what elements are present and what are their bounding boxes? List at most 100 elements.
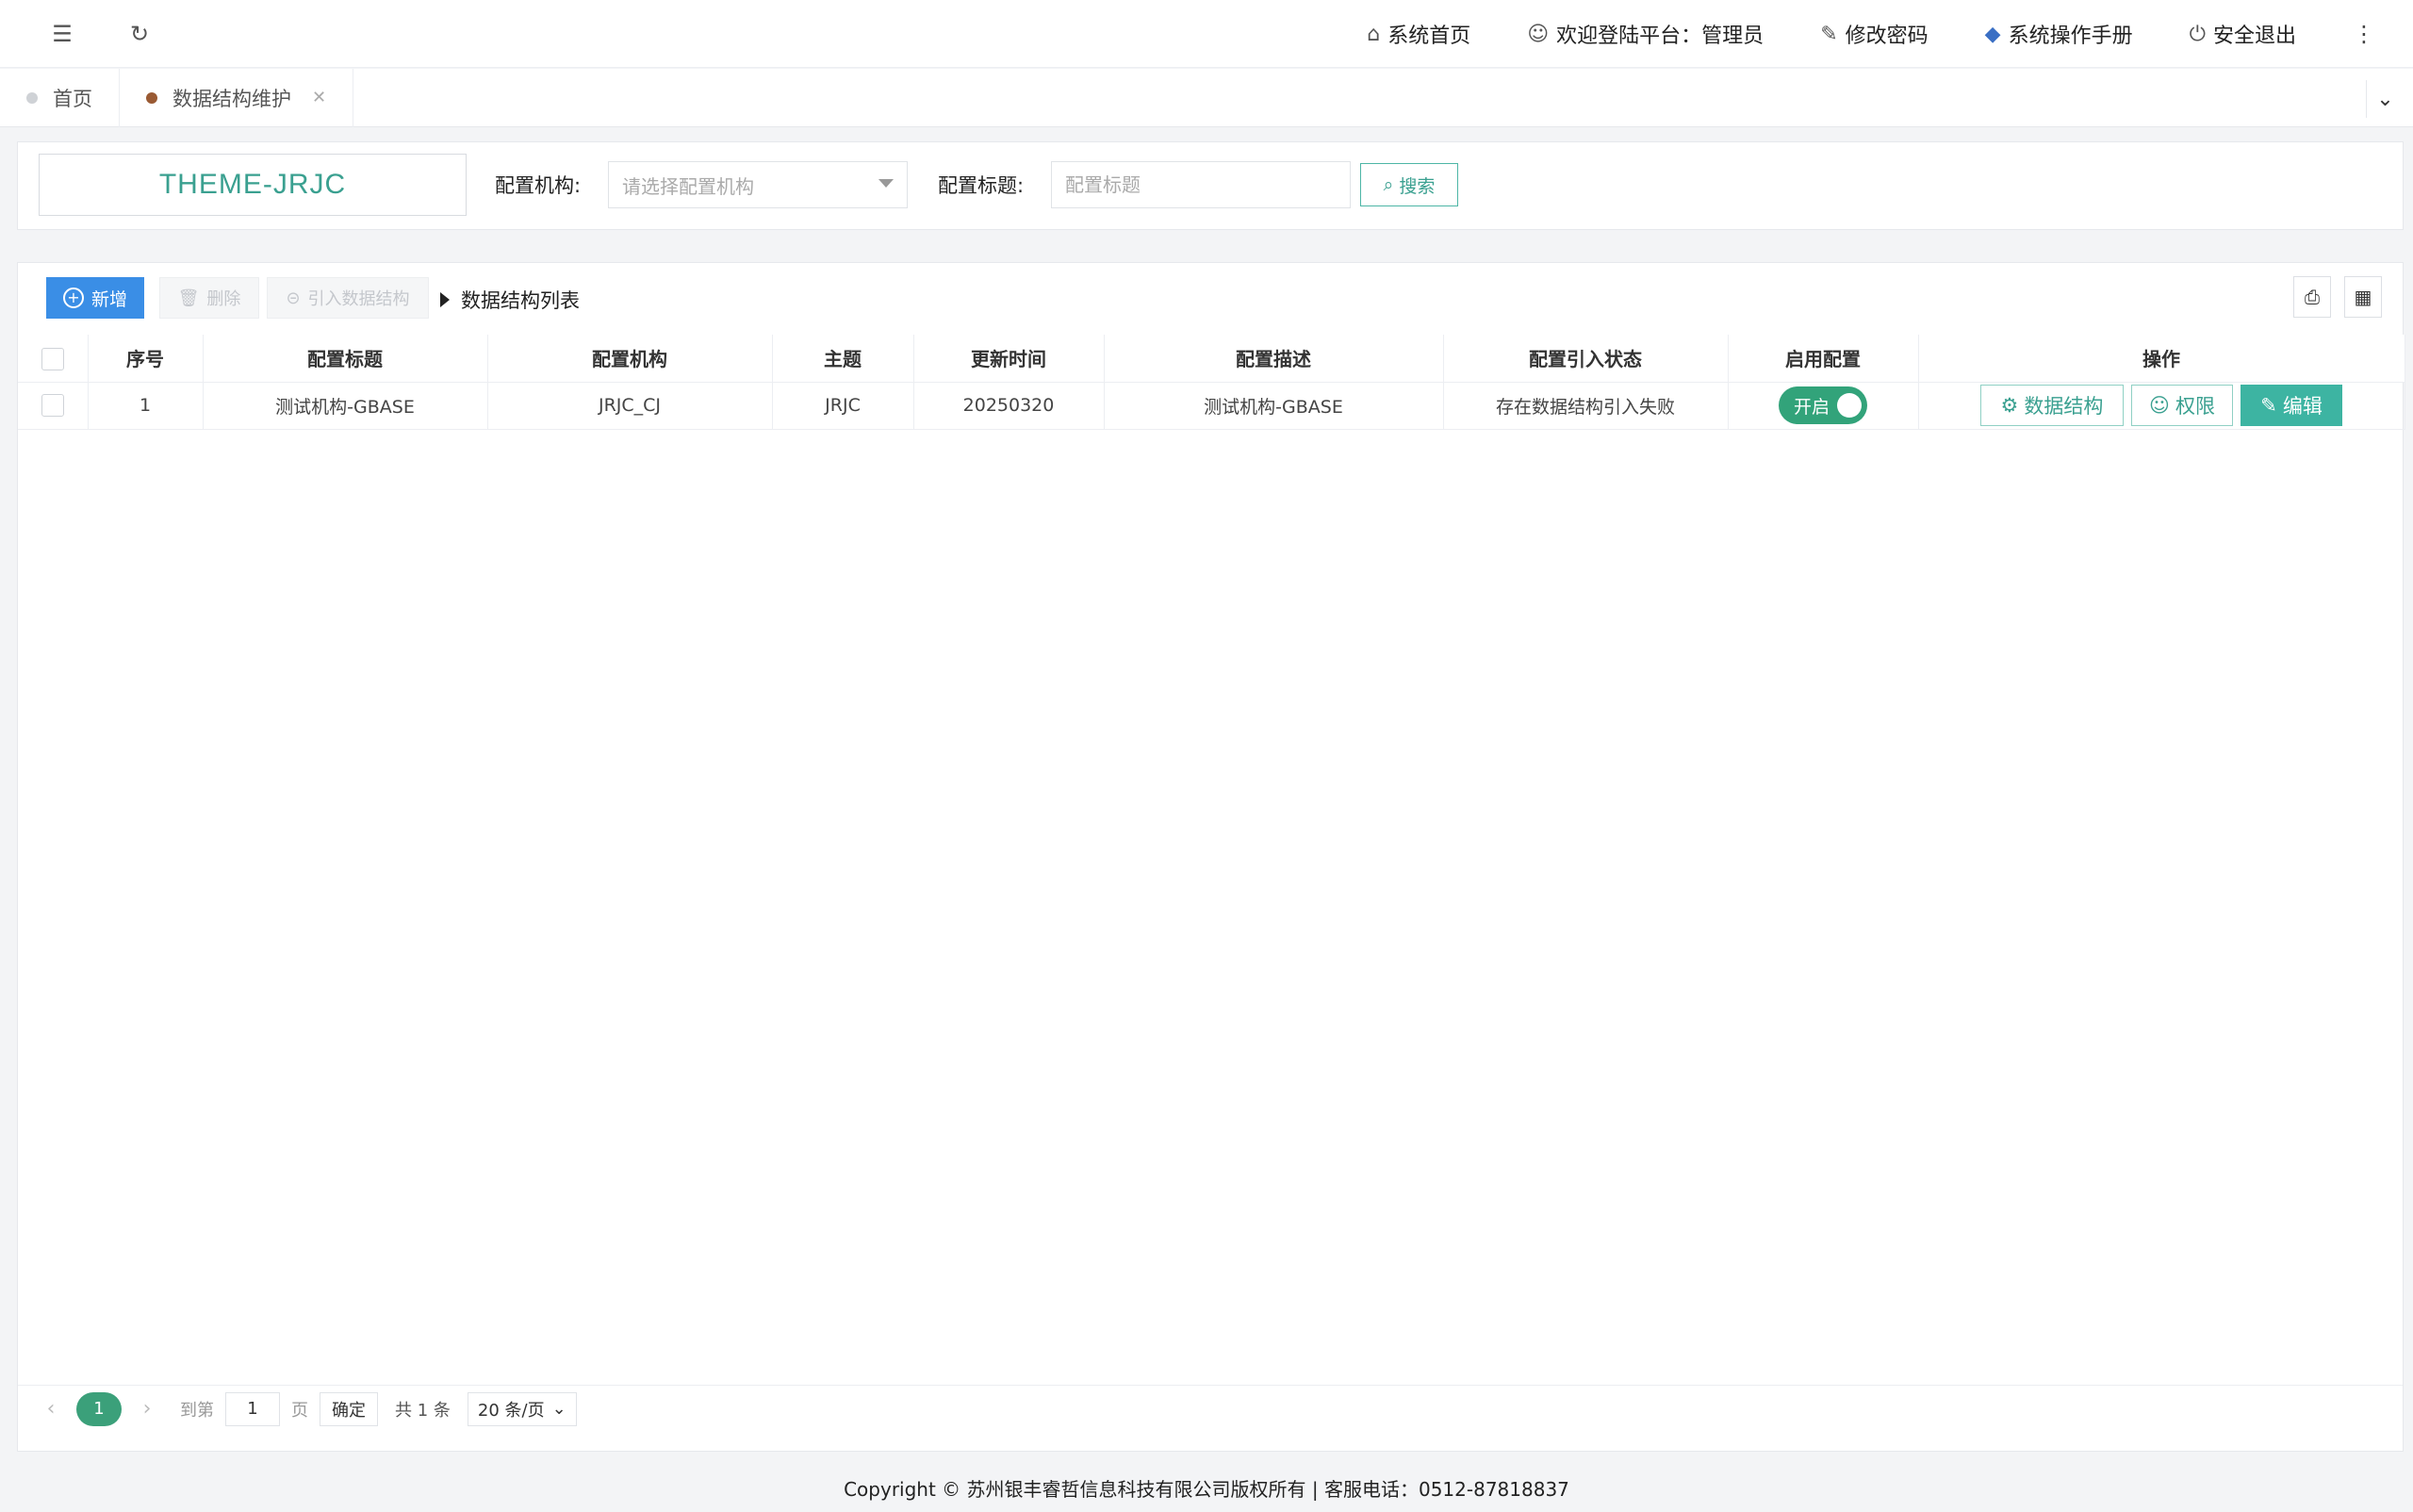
import-structure-button[interactable]: ⊝ 引入数据结构 xyxy=(267,277,429,319)
welcome-label: 欢迎登陆平台：管理员 xyxy=(1556,25,1765,48)
chevron-down-icon: ⌄ xyxy=(551,1399,566,1419)
columns-icon[interactable]: ▦ xyxy=(2344,276,2382,318)
column-header: 配置机构 xyxy=(487,335,773,383)
home-label: 系统首页 xyxy=(1387,25,1471,48)
add-label: 新增 xyxy=(90,288,127,310)
tab-data-structure[interactable]: 数据结构维护 ✕ xyxy=(120,68,354,127)
row-select-cell xyxy=(18,382,89,430)
search-button-label: 搜索 xyxy=(1399,175,1436,197)
import-label: 引入数据结构 xyxy=(307,289,410,309)
title-label: 配置标题: xyxy=(938,174,1025,197)
delete-button[interactable]: 🗑 删除 xyxy=(159,277,259,319)
tab-home[interactable]: 首页 xyxy=(0,68,120,127)
row-checkbox[interactable] xyxy=(41,394,64,417)
edit-button[interactable]: ✎ 编辑 xyxy=(2241,385,2343,426)
book-icon: ◆ xyxy=(1984,22,2001,46)
table-toolbar: + 新增 🗑 删除 ⊝ 引入数据结构 数据结构列表 ⎙ ▦ xyxy=(18,263,2403,335)
delete-label: 删除 xyxy=(206,289,241,309)
goto-confirm-button[interactable]: 确定 xyxy=(320,1391,378,1426)
org-select[interactable]: 请选择配置机构 xyxy=(608,161,908,208)
top-header: ☰ ↻ ⌂ 系统首页 ☺ 欢迎登陆平台：管理员 ✎ 修改密码 ◆ 系统操作手册 … xyxy=(0,0,2413,68)
table-row[interactable]: 1 测试机构-GBASE JRJC_CJ JRJC 20250320 测试机构-… xyxy=(18,382,2405,430)
page-tabs: 首页 数据结构维护 ✕ ⌄ xyxy=(0,68,2413,127)
search-panel: THEME-JRJC 配置机构: 请选择配置机构 配置标题: ⌕ 搜索 xyxy=(17,141,2404,230)
header-links: ⌂ 系统首页 ☺ 欢迎登陆平台：管理员 ✎ 修改密码 ◆ 系统操作手册 ⏻ 安全… xyxy=(1367,0,2413,68)
change-password-link[interactable]: ✎ 修改密码 xyxy=(1820,19,1928,49)
select-all-cell xyxy=(18,335,89,383)
caret-right-icon xyxy=(440,292,450,307)
column-header: 配置引入状态 xyxy=(1443,335,1729,383)
cell-index: 1 xyxy=(88,382,204,430)
column-header: 启用配置 xyxy=(1728,335,1919,383)
goto-prefix: 到第 xyxy=(180,1400,214,1421)
search-button[interactable]: ⌕ 搜索 xyxy=(1360,163,1458,206)
next-page-icon[interactable]: › xyxy=(133,1397,161,1421)
tab-dot-icon xyxy=(26,91,38,104)
table-header-row: 序号 配置标题 配置机构 主题 更新时间 配置描述 配置引入状态 启用配置 操作 xyxy=(18,335,2405,383)
org-label: 配置机构: xyxy=(495,174,582,197)
welcome-user[interactable]: ☺ 欢迎登陆平台：管理员 xyxy=(1527,19,1764,49)
list-title-label: 数据结构列表 xyxy=(461,289,580,312)
page-size-select[interactable]: 20 条/页 ⌄ xyxy=(467,1391,577,1426)
logout-link[interactable]: ⏻ 安全退出 xyxy=(2190,19,2296,49)
user-icon: ☺ xyxy=(2149,394,2170,417)
plus-icon: + xyxy=(62,288,84,308)
cell-org: JRJC_CJ xyxy=(487,382,773,430)
pencil-icon: ✎ xyxy=(1820,22,1838,46)
menu-fold-icon[interactable]: ☰ xyxy=(43,15,81,53)
select-all-checkbox[interactable] xyxy=(41,347,64,370)
column-header: 主题 xyxy=(772,335,914,383)
table-panel: + 新增 🗑 删除 ⊝ 引入数据结构 数据结构列表 ⎙ ▦ 序号 配置标题 配置… xyxy=(17,262,2405,1452)
edit-label: 编辑 xyxy=(2282,395,2323,418)
import-icon: ⊝ xyxy=(286,288,301,308)
search-icon: ⌕ xyxy=(1383,174,1394,195)
chevron-down-icon[interactable]: ⌄ xyxy=(2366,80,2404,118)
cell-enabled: 开启 xyxy=(1728,382,1919,430)
tab-label: 数据结构维护 xyxy=(172,87,291,110)
trash-icon: 🗑 xyxy=(177,288,200,308)
home-link[interactable]: ⌂ 系统首页 xyxy=(1367,19,1470,49)
current-page[interactable]: 1 xyxy=(76,1391,122,1426)
permission-label: 权限 xyxy=(2175,395,2215,418)
title-input[interactable] xyxy=(1051,161,1351,208)
data-structure-label: 数据结构 xyxy=(2024,395,2104,418)
goto-page-input[interactable] xyxy=(225,1391,280,1426)
manual-label: 系统操作手册 xyxy=(2008,25,2133,48)
user-icon: ☺ xyxy=(1527,22,1550,46)
cell-updated: 20250320 xyxy=(913,382,1105,430)
column-header: 序号 xyxy=(88,335,204,383)
permission-button[interactable]: ☺ 权限 xyxy=(2131,385,2233,426)
power-icon: ⏻ xyxy=(2189,22,2206,46)
page-size-label: 20 条/页 xyxy=(477,1400,545,1421)
column-header: 更新时间 xyxy=(913,335,1105,383)
close-icon[interactable]: ✕ xyxy=(312,88,326,107)
refresh-icon[interactable]: ↻ xyxy=(121,15,158,53)
cell-theme: JRJC xyxy=(772,382,914,430)
org-placeholder: 请选择配置机构 xyxy=(622,174,754,198)
switch-knob xyxy=(1837,393,1862,418)
list-title: 数据结构列表 xyxy=(440,286,580,314)
logout-label: 安全退出 xyxy=(2212,25,2296,48)
enable-switch[interactable]: 开启 xyxy=(1779,386,1867,424)
tab-dot-icon xyxy=(146,91,157,104)
switch-label: 开启 xyxy=(1794,396,1830,418)
home-icon: ⌂ xyxy=(1367,22,1381,46)
pagination: ‹ 1 › 到第 页 确定 共 1 条 20 条/页 ⌄ xyxy=(18,1385,2403,1432)
column-header: 配置描述 xyxy=(1104,335,1444,383)
export-icon[interactable]: ⎙ xyxy=(2293,276,2331,318)
cell-title: 测试机构-GBASE xyxy=(203,382,488,430)
caret-down-icon xyxy=(878,179,894,188)
cell-desc: 测试机构-GBASE xyxy=(1104,382,1444,430)
tab-label: 首页 xyxy=(53,87,92,110)
data-table: 序号 配置标题 配置机构 主题 更新时间 配置描述 配置引入状态 启用配置 操作… xyxy=(18,335,2405,430)
manual-link[interactable]: ◆ 系统操作手册 xyxy=(1985,19,2133,49)
add-button[interactable]: + 新增 xyxy=(46,277,144,319)
prev-page-icon[interactable]: ‹ xyxy=(37,1397,65,1421)
data-structure-button[interactable]: ⚙ 数据结构 xyxy=(1979,385,2124,426)
total-count: 共 1 条 xyxy=(395,1400,451,1421)
cell-actions: ⚙ 数据结构 ☺ 权限 ✎ 编辑 xyxy=(1918,382,2405,430)
more-vertical-icon[interactable]: ⋮ xyxy=(2353,21,2375,47)
pencil-icon: ✎ xyxy=(2260,394,2277,417)
column-header: 操作 xyxy=(1918,335,2405,383)
theme-display: THEME-JRJC xyxy=(39,154,467,216)
